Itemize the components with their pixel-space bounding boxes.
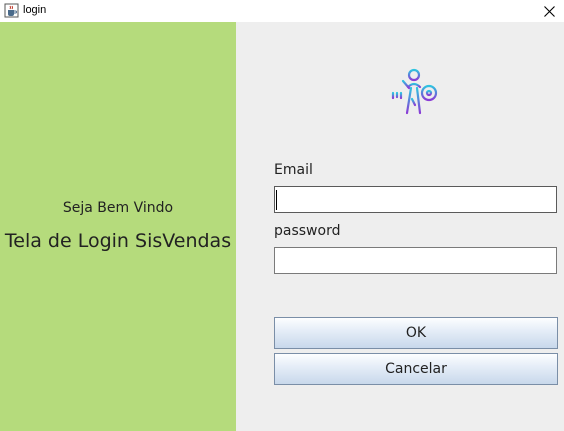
password-field[interactable]: [274, 247, 557, 274]
person-key-icon: [390, 66, 442, 118]
close-icon: [543, 2, 555, 21]
ok-button[interactable]: OK: [274, 317, 558, 349]
password-label: password: [274, 223, 341, 239]
email-field[interactable]: [274, 186, 557, 213]
email-label: Email: [274, 162, 313, 178]
login-title: Tela de Login SisVendas: [4, 230, 232, 252]
login-form-panel: Email password OK Cancelar: [236, 22, 564, 431]
welcome-text: Seja Bem Vindo: [62, 200, 174, 216]
welcome-panel: Seja Bem Vindo Tela de Login SisVendas: [0, 22, 236, 431]
close-button[interactable]: [534, 0, 564, 22]
cancel-button[interactable]: Cancelar: [274, 353, 558, 385]
title-bar: login: [0, 0, 564, 23]
window-title: login: [23, 4, 47, 16]
java-cup-icon: [4, 3, 19, 18]
text-caret: [276, 190, 277, 210]
